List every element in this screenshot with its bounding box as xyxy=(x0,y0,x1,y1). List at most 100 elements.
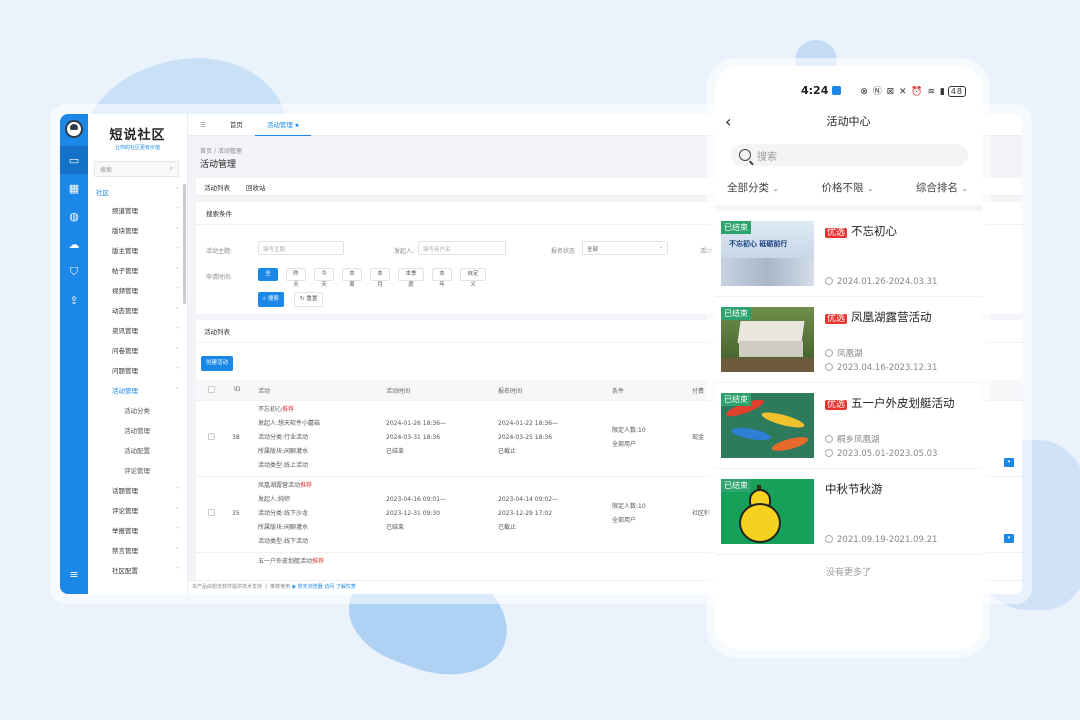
globe-icon[interactable]: ◍ xyxy=(60,202,88,230)
activity-card[interactable]: 已结束 中秋节秋游 2021.09.19-2021.09.21 xyxy=(715,469,982,555)
sidebar-item[interactable]: 动态管理 ˅ xyxy=(88,301,187,321)
reset-button[interactable]: ↻ 重置 xyxy=(294,292,324,307)
cloud-upload-icon[interactable]: ⇪ xyxy=(60,286,88,314)
time-chip[interactable]: 昨天 xyxy=(286,268,306,288)
sidebar-item[interactable]: 视频管理 ˅ xyxy=(88,281,187,301)
dates-text: 2023.05.01-2023.05.03 xyxy=(837,449,938,459)
cell-limit: 限定人数:10 xyxy=(612,503,646,510)
search-input[interactable]: 搜索 xyxy=(731,144,968,166)
activity-dates: 2023.05.01-2023.05.03 xyxy=(825,449,937,459)
sidebar-item[interactable]: 举报管理 ˅ xyxy=(88,521,187,541)
chevron-down-icon: ⌄ xyxy=(772,184,780,193)
sidebar-item-community[interactable]: 社区 ˄ xyxy=(88,183,187,201)
chevron-down-icon: ˅ xyxy=(176,567,179,574)
scrollbar[interactable] xyxy=(183,184,186,304)
time-chip[interactable]: 今天 xyxy=(314,268,334,288)
sidebar-item-label: 帖子管理 xyxy=(112,267,138,275)
sidebar-subitem[interactable]: 评论管理 xyxy=(88,461,187,481)
cell-time-status: 已结束 xyxy=(386,448,405,455)
tab-activity[interactable]: 活动管理 ✖ xyxy=(254,114,312,136)
activity-card[interactable]: 已结束 优选 五一户外皮划艇活动 桐乡凤凰湖 2023.05.01-2023.05… xyxy=(715,383,982,469)
row-action-dropdown[interactable]: ▾ xyxy=(1004,458,1014,467)
row-action-dropdown[interactable]: ▾ xyxy=(1004,534,1014,543)
sidebar-item[interactable]: 资讯管理 ˅ xyxy=(88,321,187,341)
sidebar-item[interactable]: 话题管理 ˅ xyxy=(88,481,187,501)
cell-users: 全部用户 xyxy=(612,517,637,524)
activity-name[interactable]: 五一户外皮划艇活动推荐 xyxy=(258,555,324,569)
monitor-icon[interactable]: ▭ xyxy=(60,146,88,174)
nav-bar: ‹ 活动中心 xyxy=(715,106,982,136)
filter-sort[interactable]: 综合排名 ⌄ xyxy=(916,180,968,195)
time-chip[interactable]: 本年 xyxy=(432,268,452,288)
footer-browser-link[interactable]: 想天浏览器 xyxy=(298,584,323,590)
cell-time-status: 已结束 xyxy=(386,524,405,531)
activity-card[interactable]: 已结束 优选 凤凰湖露营活动 凤凰湖 2023.04.16-2023.12.31 xyxy=(715,297,982,383)
back-icon[interactable]: ‹ xyxy=(725,112,731,131)
sidebar-item-label: 视频管理 xyxy=(112,287,138,295)
sidebar-item[interactable]: 版块管理 ˅ xyxy=(88,221,187,241)
row-checkbox[interactable] xyxy=(208,509,215,516)
sidebar-item[interactable]: 问卷管理 ˅ xyxy=(88,341,187,361)
sidebar-subitem[interactable]: 活动配置 xyxy=(88,441,187,461)
tab-recycle-bin[interactable]: 回收站 xyxy=(238,182,274,192)
chevron-down-icon: ˅ xyxy=(176,347,179,354)
initiator-input[interactable]: 填写用户名 xyxy=(418,241,506,255)
activity-dates: 2023.04.16-2023.12.31 xyxy=(825,363,937,373)
avatar[interactable] xyxy=(65,120,83,138)
status-select[interactable]: 全部 ⌄ xyxy=(582,241,668,255)
sidebar-item-label: 动态管理 xyxy=(112,307,138,315)
grid-icon[interactable]: ▦ xyxy=(60,174,88,202)
footer-visit-link[interactable]: 访问 xyxy=(324,584,334,590)
row-checkbox[interactable] xyxy=(208,433,215,440)
time-chip[interactable]: 全部 xyxy=(258,268,278,288)
filter-price[interactable]: 价格不限 ⌄ xyxy=(821,180,873,195)
activity-title-row: 优选 不忘初心 xyxy=(825,223,897,239)
activity-title-row: 中秋节秋游 xyxy=(825,481,883,497)
tab-home[interactable]: 首页 xyxy=(218,114,255,136)
sidebar-item[interactable]: 活动管理 ˄ xyxy=(88,381,187,401)
topic-label: 活动主题: xyxy=(206,248,233,255)
cloud-icon[interactable]: ☁ xyxy=(60,230,88,258)
sidebar-item[interactable]: 禁言管理 ˅ xyxy=(88,541,187,561)
footer-more-link[interactable]: 了解优势 xyxy=(336,584,356,590)
sidebar-item[interactable]: 频道管理 ˅ xyxy=(88,201,187,221)
battery-indicator: 48 xyxy=(947,85,966,97)
activity-card[interactable]: 不忘初心 砥砺前行 已结束 优选 不忘初心 2024.01.26-2024.03.… xyxy=(715,211,982,297)
sidebar-subitem[interactable]: 活动分类 xyxy=(88,401,187,421)
activity-name[interactable]: 凤凰湖露营活动推荐 xyxy=(258,479,312,493)
sidebar-item[interactable]: 版主管理 ˅ xyxy=(88,241,187,261)
filter-category[interactable]: 全部分类 ⌄ xyxy=(727,180,779,195)
filter-category-label: 全部分类 xyxy=(727,182,769,194)
sidebar-item[interactable]: 评论管理 ˅ xyxy=(88,501,187,521)
sidebar-search[interactable]: 搜索 ⌕ xyxy=(94,161,179,177)
search-button[interactable]: ⌕ 搜索 xyxy=(258,292,284,307)
cell-pay: 现金 xyxy=(692,434,705,441)
topic-input[interactable]: 填写主题 xyxy=(258,241,344,255)
chevron-down-icon: ˅ xyxy=(176,227,179,234)
sidebar-item-label: 活动管理 xyxy=(112,387,138,395)
select-all-checkbox[interactable] xyxy=(208,386,215,393)
time-chip[interactable]: 本季度 xyxy=(398,268,424,288)
time-chip[interactable]: 自定义 xyxy=(460,268,486,288)
ended-tag: 已结束 xyxy=(721,221,751,234)
chevron-down-icon: ˅ xyxy=(176,267,179,274)
clock-icon xyxy=(825,535,833,543)
cell-users: 全部用户 xyxy=(612,441,637,448)
location-icon xyxy=(825,349,833,357)
sidebar-item[interactable]: 帖子管理 ˅ xyxy=(88,261,187,281)
cell-category: 活动分类:行业活动 xyxy=(258,434,309,441)
sidebar-item[interactable]: 社区配置 ˅ xyxy=(88,561,187,581)
menu-toggle-icon[interactable]: ☰ xyxy=(188,114,218,136)
sidebar-subitem[interactable]: 活动管理 xyxy=(88,421,187,441)
activity-name[interactable]: 不忘初心推荐 xyxy=(258,403,294,417)
shield-icon[interactable]: ⛉ xyxy=(60,258,88,286)
time-chip[interactable]: 本周 xyxy=(342,268,362,288)
tab-activity-list[interactable]: 活动列表 xyxy=(196,182,238,192)
create-activity-button[interactable]: 创建活动 xyxy=(201,356,234,371)
cell-board: 所属版块:闲聊灌水 xyxy=(258,524,309,531)
time-chip[interactable]: 本月 xyxy=(370,268,390,288)
close-icon[interactable]: ✖ xyxy=(295,123,299,129)
menu-icon[interactable]: ≡ xyxy=(60,560,88,588)
dates-text: 2024.01.26-2024.03.31 xyxy=(837,277,938,287)
sidebar-item[interactable]: 问题管理 ˅ xyxy=(88,361,187,381)
